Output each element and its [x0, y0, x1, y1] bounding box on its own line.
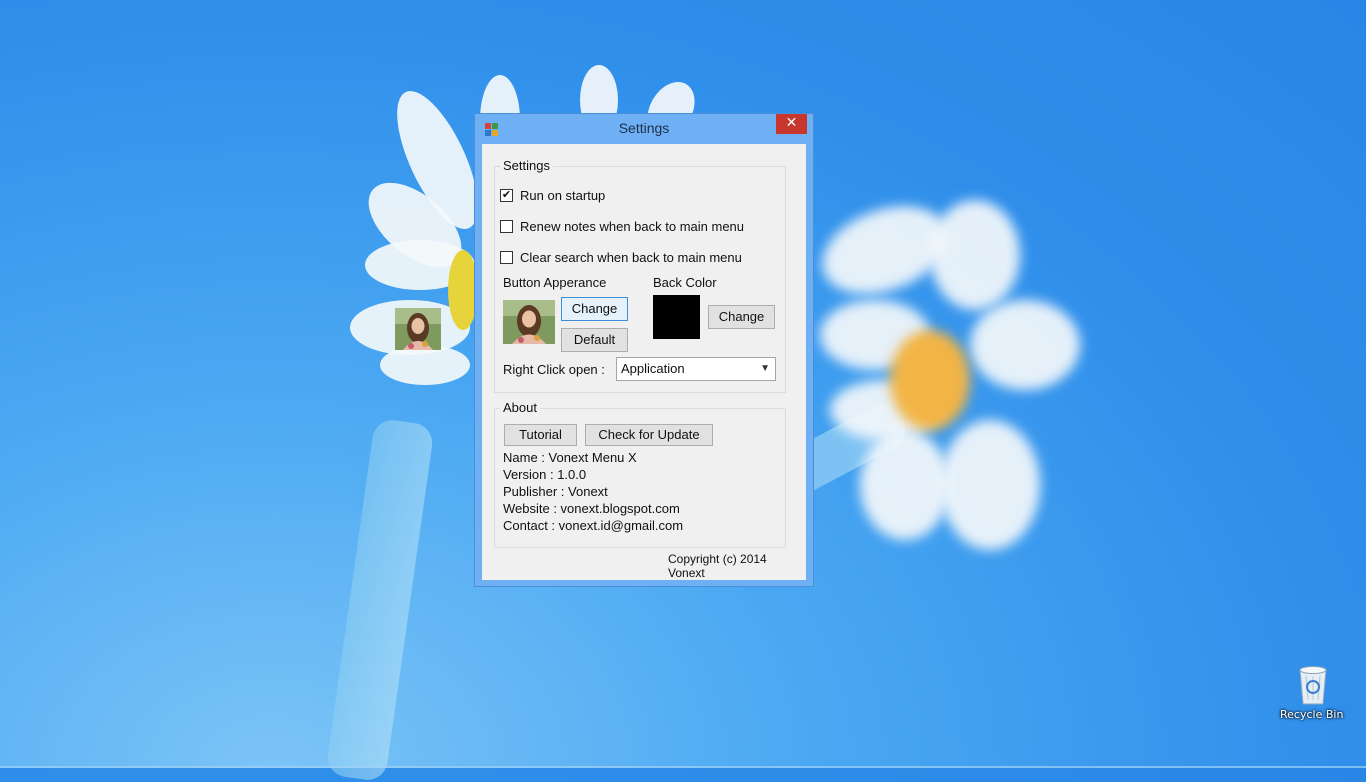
- recycle-bin-icon: [1297, 662, 1329, 706]
- title-bar[interactable]: Settings ✕: [475, 114, 813, 144]
- window-client-area: Settings ✔ Run on startup Renew notes wh…: [482, 144, 806, 580]
- recycle-bin-label: Recycle Bin: [1280, 708, 1344, 721]
- desktop-avatar-shortcut[interactable]: [395, 308, 441, 350]
- change-appearance-button[interactable]: Change: [561, 297, 628, 321]
- right-click-selected-value: Application: [621, 361, 685, 376]
- run-on-startup-checkbox[interactable]: ✔: [500, 189, 513, 202]
- check-update-button[interactable]: Check for Update: [585, 424, 713, 446]
- clear-search-option[interactable]: Clear search when back to main menu: [500, 250, 742, 265]
- about-group-title: About: [500, 400, 540, 415]
- app-contact-text: Contact : vonext.id@gmail.com: [503, 518, 684, 533]
- renew-notes-checkbox[interactable]: [500, 220, 513, 233]
- button-appearance-preview: [503, 300, 555, 344]
- settings-window: Settings ✕ Settings ✔ Run on startup Ren…: [474, 113, 814, 587]
- renew-notes-option[interactable]: Renew notes when back to main menu: [500, 219, 744, 234]
- back-color-label: Back Color: [653, 275, 717, 290]
- tutorial-button[interactable]: Tutorial: [504, 424, 577, 446]
- clear-search-label: Clear search when back to main menu: [520, 250, 742, 265]
- recycle-bin-shortcut[interactable]: Recycle Bin: [1280, 662, 1346, 721]
- back-color-swatch: [653, 295, 700, 339]
- window-title: Settings: [618, 120, 670, 136]
- run-on-startup-option[interactable]: ✔ Run on startup: [500, 188, 605, 203]
- default-appearance-button[interactable]: Default: [561, 328, 628, 352]
- woman-portrait-icon: [503, 300, 555, 344]
- settings-group-title: Settings: [500, 158, 553, 173]
- button-appearance-label: Button Apperance: [503, 275, 607, 290]
- woman-portrait-icon: [395, 308, 441, 350]
- close-icon: ✕: [785, 115, 798, 131]
- close-button[interactable]: ✕: [776, 114, 807, 134]
- run-on-startup-label: Run on startup: [520, 188, 606, 203]
- copyright-text: Copyright (c) 2014 Vonext: [668, 552, 767, 580]
- app-version-text: Version : 1.0.0: [503, 467, 587, 482]
- right-click-label: Right Click open :: [503, 362, 605, 377]
- change-back-color-button[interactable]: Change: [708, 305, 775, 329]
- app-publisher-text: Publisher : Vonext: [503, 484, 608, 499]
- chevron-down-icon: ▼: [760, 363, 770, 374]
- app-name-text: Name : Vonext Menu X: [503, 450, 637, 465]
- right-click-select[interactable]: Application ▼: [616, 357, 776, 381]
- app-website-text: Website : vonext.blogspot.com: [503, 501, 680, 516]
- clear-search-checkbox[interactable]: [500, 251, 513, 264]
- renew-notes-label: Renew notes when back to main menu: [520, 219, 745, 234]
